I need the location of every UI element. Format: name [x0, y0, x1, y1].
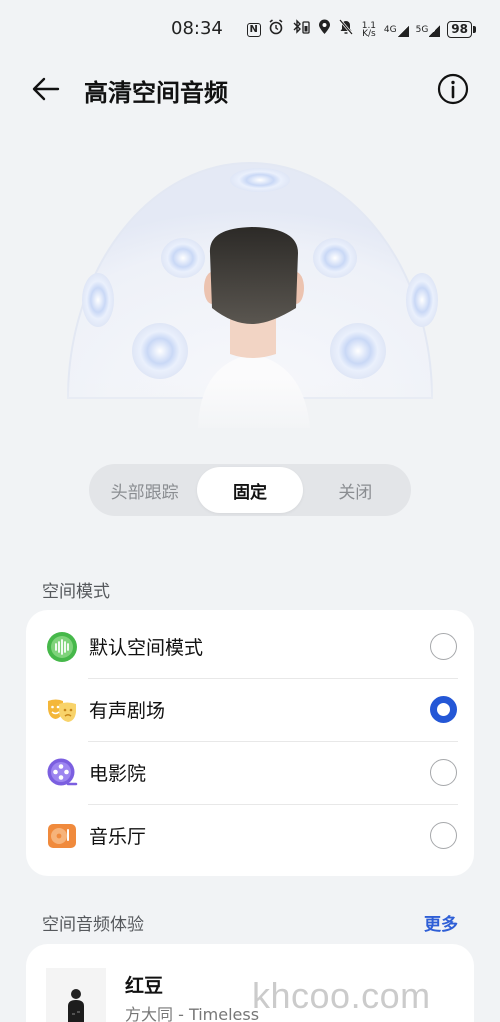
music-card[interactable]: 红豆 方大同 - Timeless — [26, 944, 474, 1022]
signal-4g-icon: 4G — [384, 22, 409, 38]
net-speed-unit: K/s — [362, 28, 376, 39]
mode-label-theater: 有声剧场 — [89, 700, 166, 722]
experience-section-title: 空间音频体验 — [42, 915, 144, 935]
page-title: 高清空间音频 — [84, 79, 228, 107]
battery-indicator: 98 — [447, 21, 476, 38]
signal-5g-label: 5G — [415, 24, 429, 35]
signal-5g-icon: 5G — [416, 22, 441, 38]
spatial-mode-card: 默认空间模式 有声剧场 电影院 音乐厅 — [26, 610, 474, 876]
signal-4g-label: 4G — [383, 24, 397, 35]
mode-row-cinema[interactable]: 电影院 — [26, 741, 474, 804]
segment-head-tracking[interactable]: 头部跟踪 — [92, 467, 197, 513]
status-icons: N 1.1 K/s 4G 5G 98 — [246, 19, 476, 40]
status-bar: 08:34 N 1.1 K/s 4G 5G 98 — [0, 0, 500, 58]
mode-label-concert-hall: 音乐厅 — [89, 826, 147, 848]
mode-row-concert-hall[interactable]: 音乐厅 — [26, 804, 474, 867]
location-icon — [318, 19, 331, 40]
film-reel-icon — [46, 757, 78, 789]
song-artist-album: 方大同 - Timeless — [125, 1005, 260, 1022]
theater-masks-icon — [46, 694, 78, 726]
alarm-icon — [268, 19, 284, 40]
title-bar: 高清空间音频 — [0, 60, 500, 118]
mute-icon — [338, 19, 354, 40]
bluetooth-battery-icon — [291, 19, 311, 40]
nfc-icon: N — [246, 22, 261, 37]
head-tracking-segmented-control: 头部跟踪 固定 关闭 — [89, 464, 411, 516]
mode-label-cinema: 电影院 — [89, 763, 147, 785]
info-icon[interactable] — [436, 72, 470, 106]
spatial-mode-section-title: 空间模式 — [42, 582, 110, 602]
more-link[interactable]: 更多 — [424, 910, 458, 935]
mode-radio-default[interactable] — [430, 633, 457, 660]
segment-fixed[interactable]: 固定 — [197, 467, 303, 513]
mode-radio-cinema[interactable] — [430, 759, 457, 786]
mode-radio-concert-hall[interactable] — [430, 822, 457, 849]
waveform-icon — [46, 631, 78, 663]
mode-radio-theater[interactable] — [430, 696, 457, 723]
mode-row-theater[interactable]: 有声剧场 — [26, 678, 474, 741]
song-title: 红豆 — [125, 975, 164, 997]
status-time: 08:34 — [171, 18, 223, 39]
music-disc-icon — [46, 820, 78, 852]
mode-row-default[interactable]: 默认空间模式 — [26, 615, 474, 678]
spatial-audio-illustration — [30, 128, 470, 438]
album-cover — [46, 968, 106, 1022]
net-speed: 1.1 K/s — [361, 21, 377, 39]
back-arrow-icon[interactable] — [30, 73, 62, 105]
mode-label-default: 默认空间模式 — [89, 637, 204, 659]
segment-off[interactable]: 关闭 — [303, 467, 408, 513]
